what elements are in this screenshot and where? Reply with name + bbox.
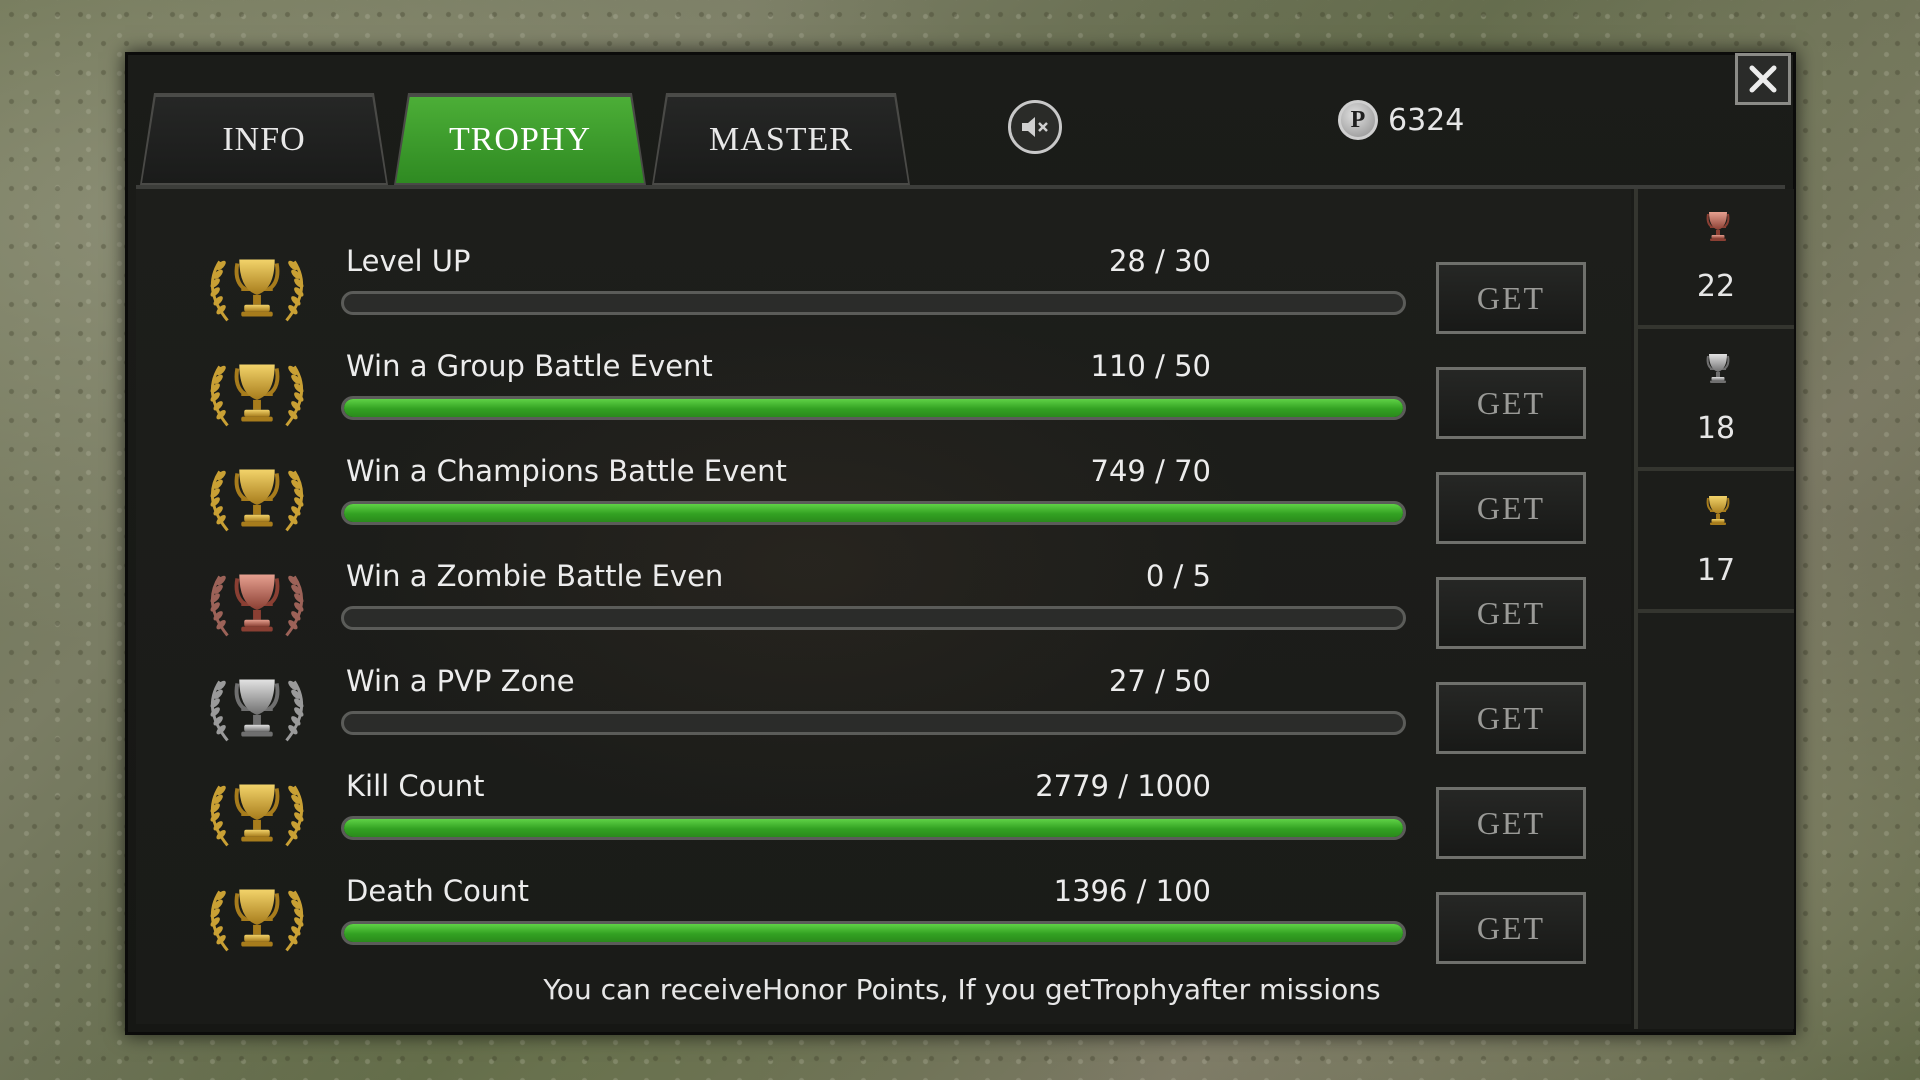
mission-progress-fill: [344, 399, 1403, 417]
mission-label: Death Count: [346, 874, 530, 908]
mission-label: Win a Champions Battle Event: [346, 454, 787, 488]
mission-label: Win a PVP Zone: [346, 664, 575, 698]
mission-label: Win a Group Battle Event: [346, 349, 713, 383]
mission-progress-bar: [341, 396, 1406, 420]
mission-progress-bar: [341, 711, 1406, 735]
points-icon: P: [1338, 100, 1378, 140]
silver-trophy-icon: [1688, 341, 1748, 397]
get-reward-button[interactable]: GET: [1436, 472, 1586, 544]
mission-progress-fill: [344, 504, 1403, 522]
mission-row: Level UP 28 / 30 GET: [136, 229, 1631, 334]
trophy-count-bronze: 22: [1638, 189, 1794, 329]
mission-label: Level UP: [346, 244, 471, 278]
trophy-count-value: 22: [1696, 269, 1736, 304]
trophy-count-gold: 17: [1638, 473, 1794, 613]
gold-trophy-icon: [198, 354, 316, 434]
get-reward-button[interactable]: GET: [1436, 577, 1586, 649]
mission-progress-bar: [341, 816, 1406, 840]
mission-progress-bar: [341, 501, 1406, 525]
mission-progress-text: 0 / 5: [1145, 559, 1211, 593]
bronze-trophy-icon: [1688, 199, 1748, 255]
bronze-trophy-icon: [198, 564, 316, 644]
tab-trophy-label: TROPHY: [448, 121, 592, 158]
get-reward-button[interactable]: GET: [1436, 787, 1586, 859]
silver-trophy-icon: [198, 669, 316, 749]
get-reward-button[interactable]: GET: [1436, 262, 1586, 334]
mission-progress-text: 2779 / 1000: [1035, 769, 1211, 803]
get-reward-button[interactable]: GET: [1436, 892, 1586, 964]
mission-progress-bar: [341, 921, 1406, 945]
tab-trophy[interactable]: TROPHY: [396, 95, 644, 183]
mission-list: Level UP 28 / 30 GET Win a Group Battle …: [136, 189, 1631, 1024]
points-value: 6324: [1388, 102, 1465, 138]
speaker-muted-icon: [1022, 117, 1048, 137]
honor-points: P 6324: [1338, 100, 1464, 140]
mission-row: Win a PVP Zone 27 / 50 GET: [136, 649, 1631, 754]
mission-progress-text: 27 / 50: [1108, 664, 1211, 698]
get-reward-button[interactable]: GET: [1436, 367, 1586, 439]
mission-row: Win a Group Battle Event 110 / 50 GET: [136, 334, 1631, 439]
mission-row: Death Count 1396 / 100 GET: [136, 859, 1631, 964]
tab-master[interactable]: MASTER: [654, 95, 908, 183]
footer-message: You can receiveHonor Points, If you getT…: [543, 973, 1381, 1006]
mission-progress-text: 110 / 50: [1090, 349, 1211, 383]
tab-info-label: INFO: [222, 121, 306, 158]
mission-label: Win a Zombie Battle Even: [346, 559, 724, 593]
mission-progress-fill: [344, 924, 1403, 942]
gold-trophy-icon: [198, 774, 316, 854]
gold-trophy-icon: [198, 249, 316, 329]
mission-label: Kill Count: [346, 769, 485, 803]
mission-progress-fill: [344, 819, 1403, 837]
mission-progress-text: 1396 / 100: [1053, 874, 1211, 908]
gold-trophy-icon: [1688, 483, 1748, 539]
mission-row: Kill Count 2779 / 1000 GET: [136, 754, 1631, 859]
gold-trophy-icon: [198, 879, 316, 959]
close-button[interactable]: [1735, 53, 1791, 105]
mission-progress-bar: [341, 606, 1406, 630]
get-reward-button[interactable]: GET: [1436, 682, 1586, 754]
trophy-count-value: 17: [1696, 553, 1736, 588]
gold-trophy-icon: [198, 459, 316, 539]
trophy-dialog: INFO TROPHY MASTER P 6324 Level UP 28 / …: [125, 52, 1796, 1035]
tab-master-label: MASTER: [709, 121, 853, 158]
trophy-summary-sidebar: 22 18 17: [1634, 189, 1794, 1029]
mission-progress-bar: [341, 291, 1406, 315]
close-icon: [1749, 65, 1777, 93]
mission-progress-text: 28 / 30: [1108, 244, 1211, 278]
trophy-count-silver: 18: [1638, 331, 1794, 471]
tab-info[interactable]: INFO: [142, 95, 386, 183]
mission-row: Win a Zombie Battle Even 0 / 5 GET: [136, 544, 1631, 649]
points-icon-letter: P: [1350, 106, 1366, 133]
mission-progress-text: 749 / 70: [1090, 454, 1211, 488]
trophy-count-value: 18: [1696, 411, 1736, 446]
mission-row: Win a Champions Battle Event 749 / 70 GE…: [136, 439, 1631, 544]
mute-button[interactable]: [1008, 100, 1062, 154]
